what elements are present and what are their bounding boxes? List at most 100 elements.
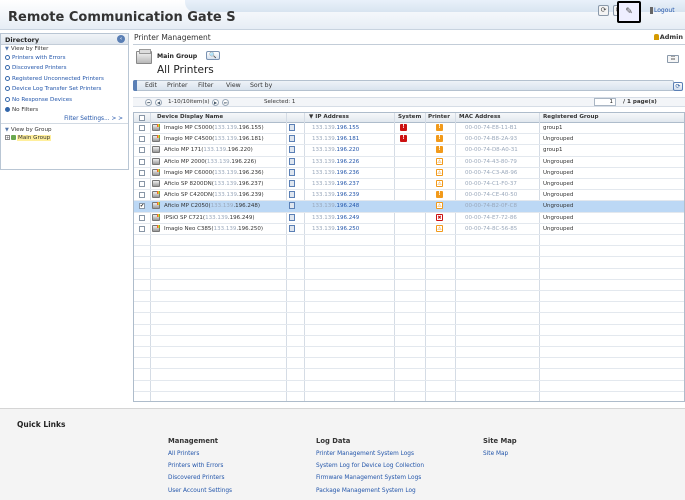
logout-link[interactable]: Logout: [650, 7, 675, 14]
ip-address-link[interactable]: 133.139.196.250: [312, 226, 359, 232]
tools-icon[interactable]: ✎: [617, 1, 641, 23]
col-mac-address[interactable]: MAC Address: [459, 114, 501, 120]
document-icon[interactable]: [289, 180, 295, 187]
table-row[interactable]: ✔ Aficio MP C2050(133.139.196.248) 133.139…: [134, 201, 684, 213]
view-mode-icon[interactable]: ☷: [667, 55, 679, 63]
prev-page-icon[interactable]: ◀: [155, 99, 162, 106]
tree-item-main-group[interactable]: + Main Group: [1, 134, 128, 142]
view-by-filter-toggle[interactable]: ▼ View by Filter: [1, 45, 128, 53]
device-name-text: Imagio MP C5000(: [164, 125, 215, 131]
ip-address-link[interactable]: 133.139.196.220: [312, 147, 359, 153]
table-row[interactable]: IPSiO SP C721(133.139.196.249) 133.139.19…: [134, 213, 684, 224]
document-icon[interactable]: [289, 213, 295, 221]
link-device-log-collection[interactable]: System Log for Device Log Collection: [316, 463, 424, 469]
ip-tail: .196.249: [334, 214, 360, 221]
ip-address-link[interactable]: 133.139.196.248: [312, 203, 359, 209]
device-name[interactable]: Imagio MP C4500(133.139.196.181): [164, 136, 264, 142]
menu-sort-by[interactable]: Sort by: [250, 82, 272, 89]
ip-tail: .196.237): [236, 181, 264, 187]
row-checkbox[interactable]: [139, 147, 145, 154]
menu-printer[interactable]: Printer: [167, 82, 188, 89]
row-checkbox[interactable]: [139, 192, 145, 199]
filter-printers-with-errors[interactable]: Printers with Errors: [1, 53, 128, 63]
row-checkbox[interactable]: [139, 136, 145, 143]
row-checkbox[interactable]: [139, 225, 145, 232]
select-all-checkbox[interactable]: [139, 115, 145, 121]
next-page-icon[interactable]: ▶: [212, 99, 219, 106]
ip-address-link[interactable]: 133.139.196.237: [312, 181, 359, 187]
row-checkbox[interactable]: [139, 169, 145, 176]
menu-filter[interactable]: Filter: [198, 82, 213, 89]
filter-device-log-transfer[interactable]: Device Log Transfer Set Printers: [1, 84, 128, 94]
ip-address-link[interactable]: 133.139.196.181: [312, 136, 359, 142]
document-icon[interactable]: [289, 224, 295, 232]
link-user-account-settings[interactable]: User Account Settings: [168, 488, 232, 494]
link-package-logs[interactable]: Package Management System Log: [316, 488, 416, 494]
ip-address-link[interactable]: 133.139.196.236: [312, 170, 359, 176]
filter-discovered-printers[interactable]: Discovered Printers: [1, 63, 128, 73]
row-checkbox[interactable]: [139, 214, 145, 221]
collapse-icon[interactable]: ‹: [117, 35, 125, 43]
device-name[interactable]: Aficio MP C2050(133.139.196.248): [164, 203, 260, 209]
device-name[interactable]: Aficio MP 2000(133.139.196.226): [164, 159, 256, 165]
col-system[interactable]: System: [398, 114, 421, 120]
ip-address-link[interactable]: 133.139.196.239: [312, 192, 359, 198]
link-firmware-logs[interactable]: Firmware Management System Logs: [316, 475, 421, 481]
ip-address-link[interactable]: 133.139.196.249: [312, 215, 359, 221]
expand-icon[interactable]: +: [5, 135, 10, 141]
table-row[interactable]: Aficio MP 171(133.139.196.220) 133.139.19…: [134, 145, 684, 157]
document-icon[interactable]: [289, 124, 295, 131]
filter-no-filters[interactable]: No Filters: [1, 105, 128, 115]
view-by-group-toggle[interactable]: ▼ View by Group: [1, 126, 128, 134]
row-checkbox[interactable]: [139, 158, 145, 165]
device-name[interactable]: Imagio Neo C385(133.139.196.250): [164, 226, 263, 232]
link-site-map[interactable]: Site Map: [483, 451, 508, 457]
link-printer-mgmt-logs[interactable]: Printer Management System Logs: [316, 451, 414, 457]
page-number-input[interactable]: 1: [594, 98, 616, 106]
table-row[interactable]: Imagio Neo C385(133.139.196.250) 133.139.…: [134, 224, 684, 235]
document-icon[interactable]: [289, 202, 295, 210]
row-checkbox[interactable]: ✔: [139, 203, 145, 210]
filter-registered-unconnected[interactable]: Registered Unconnected Printers: [1, 74, 128, 84]
link-discovered-printers[interactable]: Discovered Printers: [168, 475, 224, 481]
menu-edit[interactable]: Edit: [145, 82, 157, 89]
link-printers-with-errors[interactable]: Printers with Errors: [168, 463, 223, 469]
ip-address-link[interactable]: 133.139.196.155: [312, 125, 359, 131]
empty-row: [134, 269, 684, 280]
first-page-icon[interactable]: ⏮: [145, 99, 152, 106]
table-row[interactable]: Aficio MP 2000(133.139.196.226) 133.139.1…: [134, 157, 684, 168]
table-row[interactable]: Aficio SP C420DN(133.139.196.239) 133.139…: [134, 190, 684, 202]
document-icon[interactable]: [289, 191, 295, 199]
refresh-icon[interactable]: ⟳: [598, 5, 609, 16]
device-name[interactable]: IPSiO SP C721(133.139.196.249): [164, 215, 254, 221]
col-ip-address[interactable]: ▼ IP Address: [309, 114, 349, 120]
filter-settings-link[interactable]: Filter Settings... > >: [1, 115, 128, 125]
ip-address-link[interactable]: 133.139.196.226: [312, 159, 359, 165]
device-name[interactable]: Aficio SP 8200DN(133.139.196.237): [164, 181, 263, 187]
col-device-name[interactable]: Device Display Name: [157, 114, 223, 120]
table-row[interactable]: Aficio SP 8200DN(133.139.196.237) 133.139…: [134, 179, 684, 191]
device-name[interactable]: Imagio MP C6000(133.139.196.236): [164, 170, 264, 176]
device-name[interactable]: Aficio MP 171(133.139.196.220): [164, 147, 253, 153]
device-name[interactable]: Aficio SP C420DN(133.139.196.239): [164, 192, 264, 198]
document-icon[interactable]: [289, 168, 295, 176]
logout-label: Logout: [654, 7, 675, 14]
table-row[interactable]: Imagio MP C4500(133.139.196.181) 133.139.…: [134, 134, 684, 146]
divider: [133, 44, 685, 45]
device-name[interactable]: Imagio MP C5000(133.139.196.155): [164, 125, 264, 131]
document-icon[interactable]: [289, 157, 295, 165]
table-row[interactable]: Imagio MP C6000(133.139.196.236) 133.139.…: [134, 168, 684, 179]
row-checkbox[interactable]: [139, 181, 145, 187]
link-all-printers[interactable]: All Printers: [168, 451, 199, 457]
last-page-icon[interactable]: ⏭: [222, 99, 229, 106]
menu-view[interactable]: View: [226, 82, 241, 89]
document-icon[interactable]: [289, 146, 295, 154]
table-row[interactable]: Imagio MP C5000(133.139.196.155) 133.139.…: [134, 123, 684, 135]
document-icon[interactable]: [289, 135, 295, 143]
search-group-button[interactable]: 🔍: [206, 51, 220, 60]
refresh-button[interactable]: ⟳: [673, 82, 683, 91]
row-checkbox[interactable]: [139, 125, 145, 131]
filter-no-response[interactable]: No Response Devices: [1, 95, 128, 105]
col-printer[interactable]: Printer: [428, 114, 450, 120]
col-registered-group[interactable]: Registered Group: [543, 114, 599, 120]
